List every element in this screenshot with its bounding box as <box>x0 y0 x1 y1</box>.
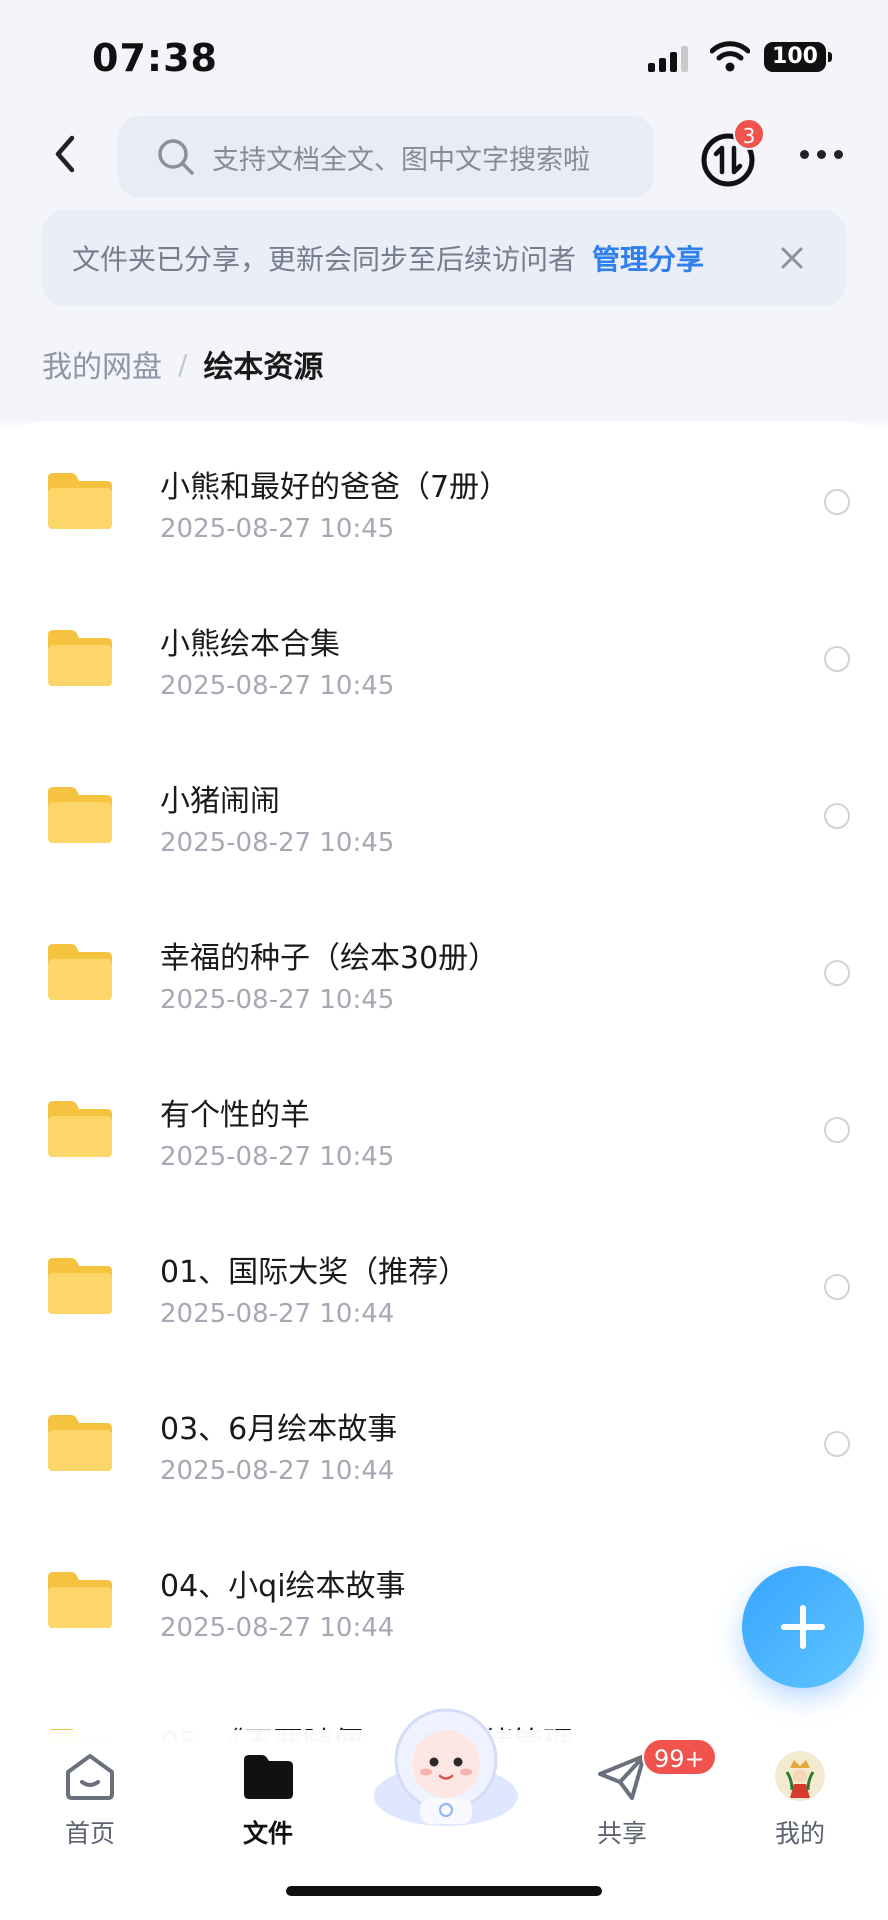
wifi-icon <box>710 41 750 72</box>
folder-row[interactable]: 小熊绘本合集 2025-08-27 10:45 <box>0 579 888 736</box>
select-radio[interactable] <box>824 1274 850 1300</box>
folder-date: 2025-08-27 10:45 <box>160 514 395 544</box>
tab-share-label: 共享 <box>596 1819 647 1848</box>
folder-icon <box>48 1572 112 1628</box>
breadcrumb-separator: / <box>178 347 188 381</box>
transfer-count-badge: 3 <box>733 118 765 150</box>
folder-date: 2025-08-27 10:44 <box>160 1613 395 1643</box>
folder-name: 幸福的种子（绘本30册） <box>160 941 499 976</box>
share-notice-text: 文件夹已分享，更新会同步至后续访问者 <box>72 243 577 276</box>
breadcrumb-root[interactable]: 我的网盘 <box>42 342 162 386</box>
folder-icon <box>48 944 112 1000</box>
select-radio[interactable] <box>824 489 850 515</box>
folder-date: 2025-08-27 10:44 <box>160 1299 395 1329</box>
folder-row[interactable]: 小猪闹闹 2025-08-27 10:45 <box>0 736 888 893</box>
folder-row[interactable]: 小熊和最好的爸爸（7册） 2025-08-27 10:45 <box>0 422 888 579</box>
tab-files-label: 文件 <box>242 1819 293 1848</box>
folder-row[interactable]: 幸福的种子（绘本30册） 2025-08-27 10:45 <box>0 893 888 1050</box>
tab-home[interactable]: 首页 <box>30 1750 150 1850</box>
search-placeholder: 支持文档全文、图中文字搜索啦 <box>212 144 590 176</box>
folder-icon <box>48 1258 112 1314</box>
folder-name: 03、6月绘本故事 <box>160 1412 398 1447</box>
status-bar: 07:38 100 <box>0 0 888 110</box>
breadcrumb: 我的网盘 / 绘本资源 <box>42 342 323 386</box>
file-list: 小熊和最好的爸爸（7册） 2025-08-27 10:45 小熊绘本合集 202… <box>0 422 888 1742</box>
battery-indicator: 100 <box>764 42 832 72</box>
select-radio[interactable] <box>824 646 850 672</box>
select-radio[interactable] <box>824 1431 850 1457</box>
select-radio[interactable] <box>824 1117 850 1143</box>
folder-date: 2025-08-27 10:45 <box>160 1142 395 1172</box>
folder-icon <box>48 630 112 686</box>
search-icon <box>158 139 194 175</box>
folder-icon <box>48 1101 112 1157</box>
share-count-badge: 99+ <box>642 1738 717 1776</box>
folder-icon <box>48 1415 112 1471</box>
folder-row[interactable]: 有个性的羊 2025-08-27 10:45 <box>0 1050 888 1207</box>
folder-date: 2025-08-27 10:45 <box>160 985 395 1015</box>
tab-files[interactable]: 文件 <box>208 1750 328 1850</box>
breadcrumb-current: 绘本资源 <box>203 350 324 385</box>
folder-name: 小猪闹闹 <box>160 784 280 819</box>
files-icon <box>244 1755 293 1799</box>
share-notice-banner: 文件夹已分享，更新会同步至后续访问者 管理分享 <box>42 210 846 306</box>
tab-home-label: 首页 <box>64 1819 115 1848</box>
close-icon[interactable] <box>776 242 808 274</box>
folder-date: 2025-08-27 10:45 <box>160 828 395 858</box>
folder-date: 2025-08-27 10:45 <box>160 671 395 701</box>
select-radio[interactable] <box>824 803 850 829</box>
avatar <box>775 1751 825 1801</box>
folder-date: 2025-08-27 10:44 <box>160 1456 395 1486</box>
manage-share-link[interactable]: 管理分享 <box>592 238 704 278</box>
tab-mine-label: 我的 <box>774 1819 825 1848</box>
folder-name: 04、小qi绘本故事 <box>160 1569 406 1604</box>
folder-name: 小熊和最好的爸爸（7册） <box>160 470 510 505</box>
home-indicator <box>286 1886 602 1896</box>
cellular-signal-icon <box>648 46 688 72</box>
search-bar[interactable]: 支持文档全文、图中文字搜索啦 <box>118 116 654 198</box>
folder-name: 有个性的羊 <box>160 1098 310 1133</box>
assistant-mascot-icon[interactable] <box>364 1700 528 1830</box>
more-options-icon[interactable] <box>800 150 843 159</box>
folder-row[interactable]: 01、国际大奖（推荐） 2025-08-27 10:44 <box>0 1207 888 1364</box>
tab-mine[interactable]: 我的 <box>740 1750 860 1850</box>
home-icon <box>66 1754 114 1800</box>
folder-name: 01、国际大奖（推荐） <box>160 1255 469 1290</box>
folder-icon <box>48 473 112 529</box>
back-arrow-icon[interactable] <box>46 130 86 178</box>
select-radio[interactable] <box>824 960 850 986</box>
folder-name: 小熊绘本合集 <box>160 627 340 662</box>
folder-icon <box>48 787 112 843</box>
status-time: 07:38 <box>92 36 218 80</box>
folder-row[interactable]: 03、6月绘本故事 2025-08-27 10:44 <box>0 1364 888 1521</box>
add-button[interactable] <box>742 1566 864 1688</box>
